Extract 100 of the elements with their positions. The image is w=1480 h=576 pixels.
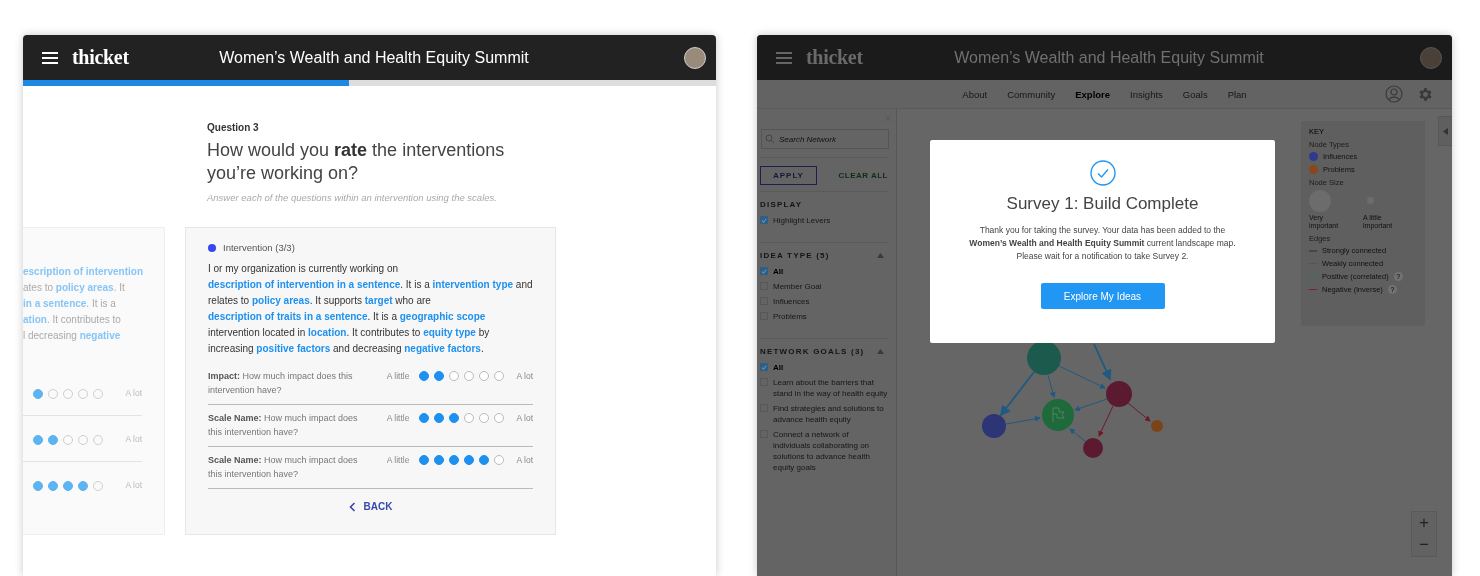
rating-dot[interactable]	[449, 413, 460, 423]
section-title: IDEA TYPE (5)	[760, 251, 830, 260]
rating-dot[interactable]	[419, 413, 430, 423]
question-number: Question 3	[207, 122, 260, 133]
logo[interactable]: thicket	[806, 46, 863, 69]
rating-dot[interactable]	[48, 480, 58, 491]
rating-dot[interactable]	[78, 480, 88, 491]
network-edge	[1127, 402, 1151, 422]
checkbox-label: All	[773, 266, 784, 277]
search-icon	[765, 134, 775, 144]
scale-min-label: A little	[386, 454, 410, 467]
nav-tab[interactable]: About	[954, 84, 996, 104]
rating-dot[interactable]	[464, 455, 475, 465]
network-node[interactable]	[1106, 381, 1132, 407]
rating-dot[interactable]	[494, 371, 505, 381]
rating-dot[interactable]	[434, 455, 445, 465]
zoom-out-button[interactable]: −	[1412, 534, 1436, 556]
dialog-title: Survey 1: Build Complete	[1006, 194, 1199, 214]
rating-dot[interactable]	[479, 371, 490, 381]
rating-dot[interactable]	[449, 455, 460, 465]
rating-dot[interactable]	[434, 371, 445, 381]
apply-button[interactable]: APPLY	[760, 166, 817, 185]
menu-icon[interactable]	[42, 51, 58, 64]
sentence-link[interactable]: target	[364, 295, 393, 306]
checkbox-label: Highlight Levers	[773, 215, 831, 226]
rating-dot[interactable]	[479, 455, 490, 465]
intervention-label: Intervention (3/3)	[223, 242, 295, 253]
rating-dot[interactable]	[33, 388, 43, 399]
nav-tab[interactable]: Goals	[1174, 84, 1216, 104]
sentence-link[interactable]: positive factors	[256, 343, 331, 354]
window-title: Women’s Wealth and Health Equity Summit	[219, 48, 529, 67]
sentence-link[interactable]: negative factors	[404, 343, 481, 354]
intervention-dot-icon	[208, 243, 216, 252]
sentence-link[interactable]: policy areas	[251, 295, 310, 306]
question-title: How would you rate the interventions you’re working on?	[207, 139, 506, 184]
rating-dot[interactable]	[494, 413, 505, 423]
sentence-link[interactable]: intervention type	[432, 279, 514, 290]
scale-question: Scale Name: How much impact does this intervention have?	[208, 454, 358, 481]
caret-icon[interactable]	[877, 253, 884, 258]
scale-max-label: A lot	[516, 454, 533, 467]
rating-dot[interactable]	[48, 434, 58, 445]
rating-dot[interactable]	[63, 480, 73, 491]
panel-toggle-button[interactable]	[1438, 116, 1452, 146]
caret-icon	[1443, 127, 1448, 135]
nav-tab[interactable]: Explore	[1067, 84, 1119, 104]
network-node[interactable]	[1042, 399, 1074, 431]
network-node[interactable]	[1151, 420, 1163, 432]
checkbox-label: Learn about the barriers that stand in the way of health equity	[773, 377, 888, 399]
checkbox[interactable]	[760, 363, 768, 371]
scale-max-label: A lot	[516, 412, 533, 425]
settings-icon[interactable]	[1417, 85, 1434, 103]
rating-dot[interactable]	[33, 480, 43, 491]
explore-button[interactable]: Explore My Ideas	[1040, 283, 1165, 309]
zoom-in-button[interactable]: +	[1412, 512, 1436, 534]
scale-min-label: A little	[386, 412, 410, 425]
sentence-fragment: ates to policy areas. It	[23, 281, 126, 295]
logo[interactable]: thicket	[72, 46, 129, 69]
clear-all-button[interactable]: CLEAR ALL	[838, 169, 888, 182]
checkbox-label: Member Goal	[773, 281, 822, 292]
checkbox-label: Connect a network of individuals collaborating on solutions to advance health equity goals	[773, 429, 871, 473]
network-edge	[1069, 428, 1087, 443]
rating-dot[interactable]	[464, 413, 475, 423]
sentence-link[interactable]: equity type	[423, 327, 476, 338]
search-field[interactable]: Search Network	[761, 129, 889, 149]
network-edge	[1047, 374, 1056, 398]
network-node[interactable]	[982, 414, 1006, 438]
rating-dot[interactable]	[494, 455, 505, 465]
sentence-link[interactable]: geographic scope	[399, 311, 486, 322]
checkbox[interactable]	[760, 267, 768, 275]
network-node[interactable]	[1083, 438, 1103, 458]
rating-dot[interactable]	[419, 371, 430, 381]
sentence-fragment: ation. It contributes to	[23, 313, 122, 327]
scale-min-label: A little	[386, 370, 410, 383]
user-icon[interactable]	[1385, 85, 1403, 103]
scale-max-label: A lot	[516, 370, 533, 383]
caret-icon[interactable]	[877, 349, 884, 354]
chevron-left-icon	[348, 501, 356, 512]
back-button[interactable]: BACK	[342, 497, 399, 516]
checkbox[interactable]	[760, 216, 768, 224]
check-circle-icon	[1089, 160, 1116, 186]
rating-dot[interactable]	[33, 434, 43, 445]
section-title: NETWORK GOALS (3)	[760, 347, 865, 356]
dialog-message: Thank you for taking the survey. Your data has been added to the Women’s Wealth and Health Equity Summit current landscape map. Please wait for a notification to take Survey 2.	[968, 224, 1237, 263]
rating-dot[interactable]	[464, 371, 475, 381]
checkbox-label: All	[773, 362, 784, 373]
rating-dot[interactable]	[419, 455, 430, 465]
scale-question: Scale Name: How much impact does this intervention have?	[208, 412, 358, 439]
nav-tab[interactable]: Plan	[1219, 84, 1255, 104]
rating-dot[interactable]	[479, 413, 490, 423]
checkbox-label: Problems	[773, 311, 807, 322]
question-hint: Answer each of the questions within an intervention using the scales.	[207, 192, 498, 203]
section-title: DISPLAY	[760, 200, 803, 209]
nav-tab[interactable]: Insights	[1122, 84, 1171, 104]
rating-dot[interactable]	[449, 371, 460, 381]
nav-tab[interactable]: Community	[999, 84, 1064, 104]
rating-dot[interactable]	[434, 413, 445, 423]
intervention-sentence: I or my organization is currently working on description of intervention in a sentence. It is a intervention type and relates to policy areas. It supports target who are description of traits in a sentence. It is a geographic scope intervention located in location. It contributes to equity type by increasing positive factors and decreasing negative factors.	[208, 262, 533, 356]
sentence-fragment: escription of intervention	[23, 265, 144, 279]
checkbox-label: Influences	[773, 296, 810, 307]
network-node[interactable]	[1027, 341, 1061, 375]
